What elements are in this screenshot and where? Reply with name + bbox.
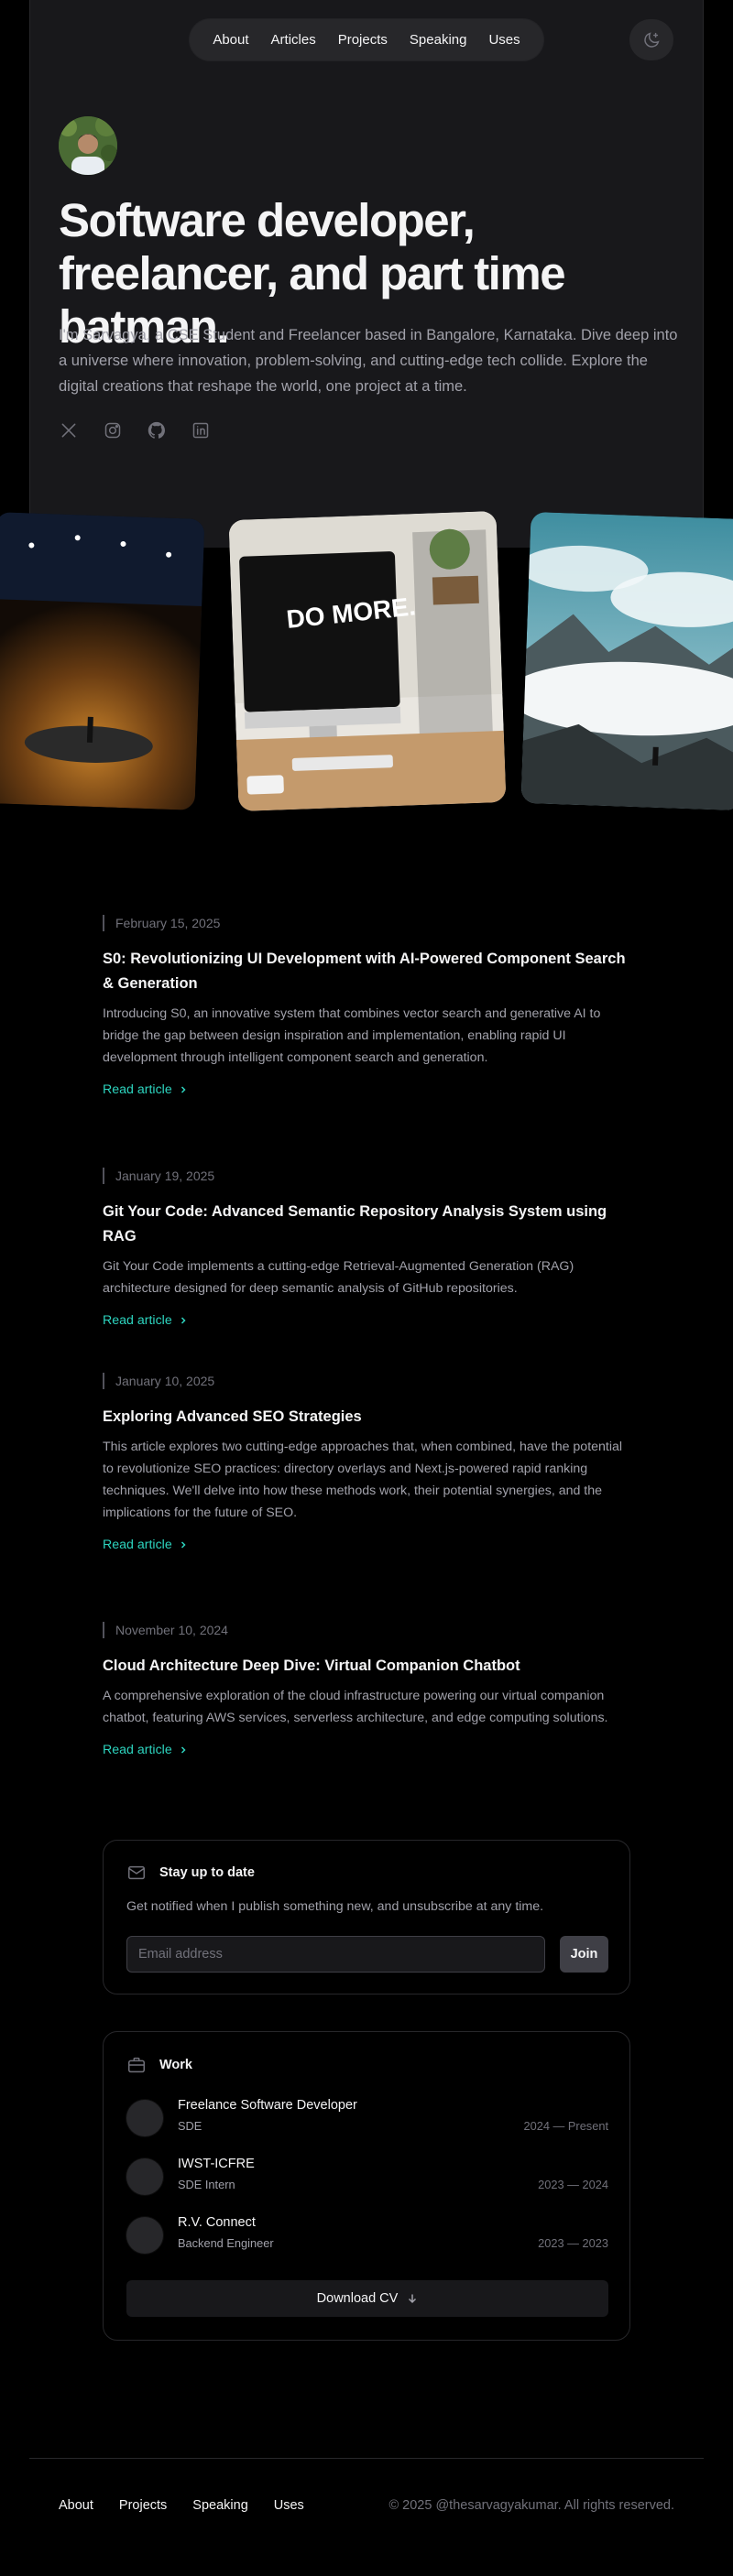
company-logo [126,2217,163,2254]
newsletter-description: Get notified when I publish something ne… [126,1899,544,1914]
moon-icon [644,31,660,48]
footer-link-projects[interactable]: Projects [119,2498,167,2513]
arrow-down-icon [409,2294,417,2304]
job-item: Freelance Software Developer SDE 2024 — … [126,2098,608,2138]
job-dates: 2023 — 2024 [538,2178,608,2191]
chevron-right-icon [181,1541,186,1549]
footer-link-about[interactable]: About [59,2498,93,2513]
x-icon[interactable] [59,420,79,440]
footer-nav: About Projects Speaking Uses [59,2498,304,2513]
company-logo [126,2100,163,2136]
avatar[interactable] [59,116,117,175]
download-cv-button[interactable]: Download CV [126,2280,608,2317]
instagram-icon[interactable] [103,420,123,440]
article-description: This article explores two cutting-edge a… [103,1440,623,1520]
read-article-link[interactable]: Read article [103,1082,630,1097]
article-date: January 10, 2025 [103,1373,630,1389]
read-article-link[interactable]: Read article [103,1313,630,1328]
job-item: R.V. Connect Backend Engineer 2023 — 202… [126,2215,608,2255]
photo-mountains [520,511,733,811]
article-card[interactable]: November 10, 2024 Cloud Architecture Dee… [103,1622,630,1757]
article-date: November 10, 2024 [103,1622,630,1638]
photo-desk: DO MORE. [228,511,507,811]
nav-about[interactable]: About [202,32,259,48]
read-article-link[interactable]: Read article [103,1743,630,1757]
article-date: February 15, 2025 [103,915,630,931]
mail-icon [128,1865,145,1880]
article-card[interactable]: February 15, 2025 S0: Revolutionizing UI… [103,915,630,1097]
theme-toggle-button[interactable] [629,19,673,60]
job-role: SDE [178,2119,202,2133]
photo-conference [0,512,205,810]
company-name: IWST-ICFRE [178,2157,255,2171]
linkedin-icon[interactable] [191,420,211,440]
footer-link-speaking[interactable]: Speaking [192,2498,247,2513]
join-button[interactable]: Join [560,1936,608,1973]
newsletter-form: Stay up to date Get notified when I publ… [103,1840,630,1994]
article-title[interactable]: Exploring Advanced SEO Strategies [103,1405,630,1429]
job-dates: 2024 — Present [523,2119,608,2133]
newsletter-title: Stay up to date [159,1865,255,1880]
chevron-right-icon [181,1086,186,1093]
work-header: Work [126,2055,192,2075]
footer-link-uses[interactable]: Uses [274,2498,304,2513]
briefcase-icon [128,2057,145,2073]
newsletter-header: Stay up to date [126,1863,255,1883]
article-description: Git Your Code implements a cutting-edge … [103,1259,574,1296]
read-article-link[interactable]: Read article [103,1538,630,1552]
job-role: Backend Engineer [178,2236,274,2250]
social-links [59,420,211,440]
article-card[interactable]: January 10, 2025 Exploring Advanced SEO … [103,1373,630,1552]
main-nav: About Articles Projects Speaking Uses [190,19,543,60]
article-card[interactable]: January 19, 2025 Git Your Code: Advanced… [103,1168,630,1328]
article-description: A comprehensive exploration of the cloud… [103,1689,608,1725]
nav-speaking[interactable]: Speaking [399,32,478,48]
read-article-label: Read article [103,1538,172,1552]
job-item: IWST-ICFRE SDE Intern 2023 — 2024 [126,2157,608,2197]
email-field[interactable] [126,1936,545,1973]
article-date: January 19, 2025 [103,1168,630,1184]
company-name: Freelance Software Developer [178,2098,357,2113]
intro-text: I'm Sarvagya, a CSE Student and Freelanc… [59,327,678,395]
chevron-right-icon [181,1746,186,1754]
github-icon[interactable] [147,420,167,440]
read-article-label: Read article [103,1082,172,1097]
work-section: Work Freelance Software Developer SDE 20… [103,2031,630,2341]
read-article-label: Read article [103,1743,172,1757]
download-cv-label: Download CV [316,2291,399,2306]
article-title[interactable]: S0: Revolutionizing UI Development with … [103,947,630,996]
copyright-text: © 2025 @thesarvagyakumar. All rights res… [388,2498,674,2513]
company-name: R.V. Connect [178,2215,256,2230]
article-description: Introducing S0, an innovative system tha… [103,1006,601,1065]
company-logo [126,2158,163,2195]
nav-projects[interactable]: Projects [327,32,399,48]
work-title: Work [159,2058,192,2072]
nav-uses[interactable]: Uses [477,32,531,48]
read-article-label: Read article [103,1313,172,1328]
chevron-right-icon [181,1317,186,1324]
job-role: SDE Intern [178,2178,235,2191]
article-title[interactable]: Cloud Architecture Deep Dive: Virtual Co… [103,1654,630,1679]
footer-divider [29,2458,704,2459]
nav-articles[interactable]: Articles [260,32,327,48]
job-dates: 2023 — 2023 [538,2236,608,2250]
article-title[interactable]: Git Your Code: Advanced Semantic Reposit… [103,1200,630,1249]
